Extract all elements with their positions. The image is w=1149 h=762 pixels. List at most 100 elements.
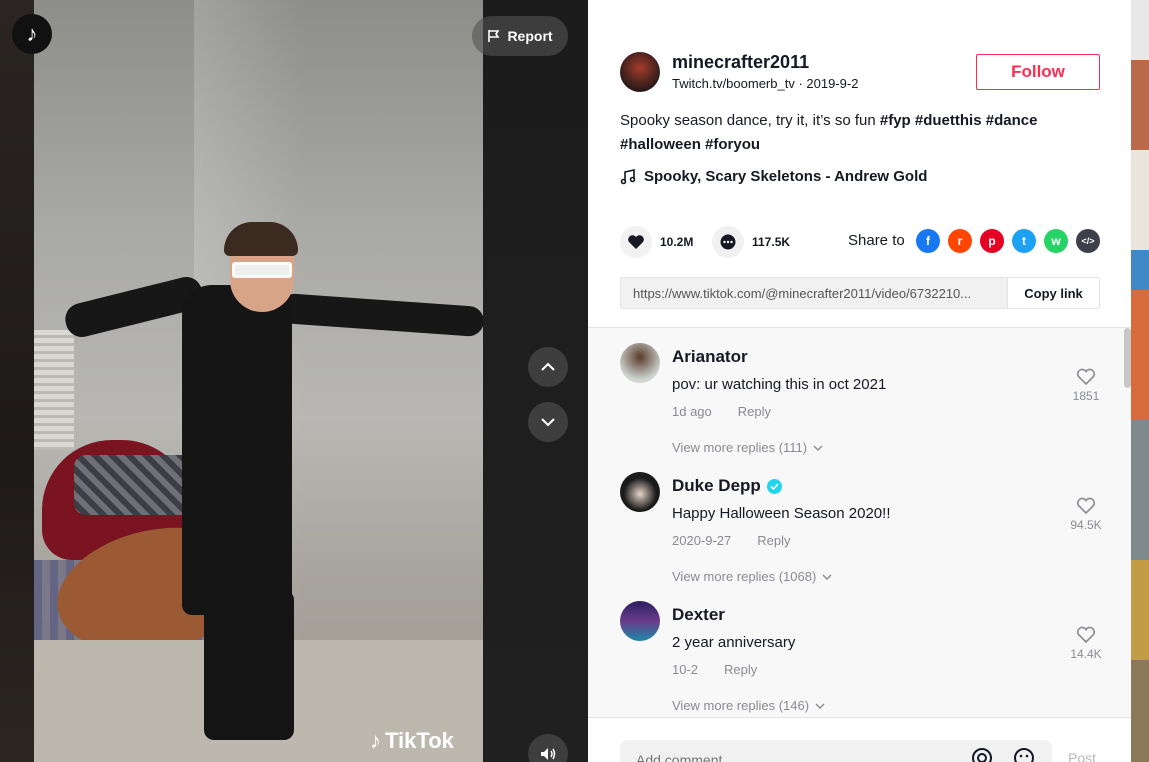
commenter-name-text[interactable]: Dexter: [672, 605, 725, 625]
music-title: Spooky, Scary Skeletons - Andrew Gold: [644, 168, 928, 185]
mention-icon[interactable]: [970, 746, 994, 762]
share-link-box: https://www.tiktok.com/@minecrafter2011/…: [620, 277, 1100, 309]
commenter-avatar[interactable]: [620, 601, 660, 641]
comment-like[interactable]: 14.4K: [1060, 626, 1112, 661]
tiktok-logo-icon[interactable]: ♪: [12, 14, 52, 54]
comment-time: 2020-9-27: [672, 533, 732, 548]
hashtag-link[interactable]: #duetthis: [915, 112, 982, 129]
chevron-down-icon: [822, 574, 832, 580]
whatsapp-icon[interactable]: w: [1044, 229, 1068, 253]
tiktok-note-icon: ♪: [370, 728, 381, 753]
comment-bubble-icon[interactable]: [712, 226, 744, 258]
commenter-avatar[interactable]: [620, 472, 660, 512]
report-label: Report: [507, 28, 553, 44]
comment-text: Happy Halloween Season 2020!!: [672, 505, 891, 522]
commenter-avatar[interactable]: [620, 343, 660, 383]
view-more-replies[interactable]: View more replies (1068): [672, 569, 832, 584]
comment-text: pov: ur watching this in oct 2021: [672, 376, 887, 393]
comment-meta: 10-2 Reply: [672, 662, 757, 677]
comment-like-count: 94.5K: [1070, 518, 1102, 532]
post-button[interactable]: Post: [1068, 750, 1096, 762]
next-video-button[interactable]: [528, 402, 568, 442]
speaker-icon: [541, 748, 556, 760]
comment-count: 117.5K: [752, 235, 791, 249]
commenter-name-text[interactable]: Arianator: [672, 347, 748, 367]
window-blinds: [34, 330, 74, 450]
chevron-down-icon: [815, 703, 825, 709]
dancer-legs: [204, 590, 294, 740]
video-player[interactable]: ♪ TikTok ♪ Report: [0, 0, 588, 762]
commenter-name[interactable]: Duke Depp: [672, 476, 782, 496]
embed-code-icon[interactable]: </>: [1076, 229, 1100, 253]
view-more-label[interactable]: View more replies (111): [672, 440, 807, 455]
chevron-down-icon: [541, 418, 555, 427]
dancer-body: [182, 285, 292, 615]
dancer-hair: [224, 222, 298, 256]
report-button[interactable]: Report: [472, 16, 568, 56]
comment-time: 1d ago: [672, 404, 712, 419]
video-caption: Spooky season dance, try it, it’s so fun…: [620, 109, 1090, 157]
like-stat[interactable]: 10.2M: [620, 226, 693, 258]
tiktok-video-modal: ♪ TikTok ♪ Report minecrafter2011 Twitch…: [0, 0, 1149, 762]
hashtag-link[interactable]: #fyp: [880, 112, 911, 129]
video-blur-left: [0, 0, 34, 762]
heart-outline-icon[interactable]: [1076, 368, 1096, 386]
commenter-name[interactable]: Dexter: [672, 605, 725, 625]
caption-text: Spooky season dance, try it, it’s so fun: [620, 112, 876, 129]
emoji-icon[interactable]: [1012, 746, 1036, 762]
reply-button[interactable]: Reply: [724, 662, 757, 677]
comment-like-count: 14.4K: [1070, 647, 1102, 661]
flag-icon: [488, 30, 500, 42]
facebook-icon[interactable]: f: [916, 229, 940, 253]
previous-video-button[interactable]: [528, 347, 568, 387]
author-avatar[interactable]: [620, 52, 660, 92]
background-page-strip: [1131, 0, 1149, 762]
tiktok-watermark: ♪ TikTok: [370, 728, 454, 754]
reddit-icon[interactable]: r: [948, 229, 972, 253]
dancer-sunglasses: [232, 262, 292, 278]
comment-stat[interactable]: 117.5K: [712, 226, 790, 258]
video-frame[interactable]: ♪ TikTok: [34, 0, 483, 762]
hashtag-link[interactable]: #foryou: [705, 136, 760, 153]
reply-button[interactable]: Reply: [738, 404, 771, 419]
chevron-up-icon: [541, 362, 555, 371]
view-more-label[interactable]: View more replies (1068): [672, 569, 816, 584]
view-more-replies[interactable]: View more replies (146): [672, 698, 825, 713]
share-icons: f r p t w </>: [916, 229, 1100, 253]
chevron-down-icon: [813, 445, 823, 451]
twitter-icon[interactable]: t: [1012, 229, 1036, 253]
music-link[interactable]: Spooky, Scary Skeletons - Andrew Gold: [620, 168, 927, 185]
share-label: Share to: [848, 232, 905, 249]
video-url[interactable]: https://www.tiktok.com/@minecrafter2011/…: [621, 278, 1007, 308]
comment-list[interactable]: Arianator pov: ur watching this in oct 2…: [588, 327, 1131, 717]
copy-link-button[interactable]: Copy link: [1007, 278, 1099, 308]
hashtag-link[interactable]: #dance: [986, 112, 1038, 129]
hashtag-link[interactable]: #halloween: [620, 136, 701, 153]
pinterest-icon[interactable]: p: [980, 229, 1004, 253]
author-subline: Twitch.tv/boomerb_tv · 2019-9-2: [672, 76, 859, 91]
comments-scrollbar[interactable]: [1124, 328, 1131, 388]
comment-like[interactable]: 94.5K: [1060, 497, 1112, 532]
commenter-name-text[interactable]: Duke Depp: [672, 476, 761, 496]
comment-like-count: 1851: [1072, 389, 1100, 403]
comment-like[interactable]: 1851: [1060, 368, 1112, 403]
author-username[interactable]: minecrafter2011: [672, 52, 809, 73]
comment-time: 10-2: [672, 662, 699, 677]
reply-button[interactable]: Reply: [757, 533, 790, 548]
follow-button[interactable]: Follow: [976, 54, 1100, 90]
comment-text: 2 year anniversary: [672, 634, 796, 651]
view-more-label[interactable]: View more replies (146): [672, 698, 809, 713]
heart-outline-icon[interactable]: [1076, 497, 1096, 515]
heart-outline-icon[interactable]: [1076, 626, 1096, 644]
verified-badge-icon: [766, 478, 782, 494]
like-count: 10.2M: [660, 235, 694, 249]
cushion: [74, 455, 194, 515]
comment-meta: 1d ago Reply: [672, 404, 771, 419]
dancer-arm-right: [278, 292, 483, 338]
commenter-name[interactable]: Arianator: [672, 347, 748, 367]
video-info-panel: minecrafter2011 Twitch.tv/boomerb_tv · 2…: [588, 0, 1131, 762]
view-more-replies[interactable]: View more replies (111): [672, 440, 823, 455]
heart-icon[interactable]: [620, 226, 652, 258]
watermark-text: TikTok: [385, 728, 454, 753]
comment-meta: 2020-9-27 Reply: [672, 533, 791, 548]
